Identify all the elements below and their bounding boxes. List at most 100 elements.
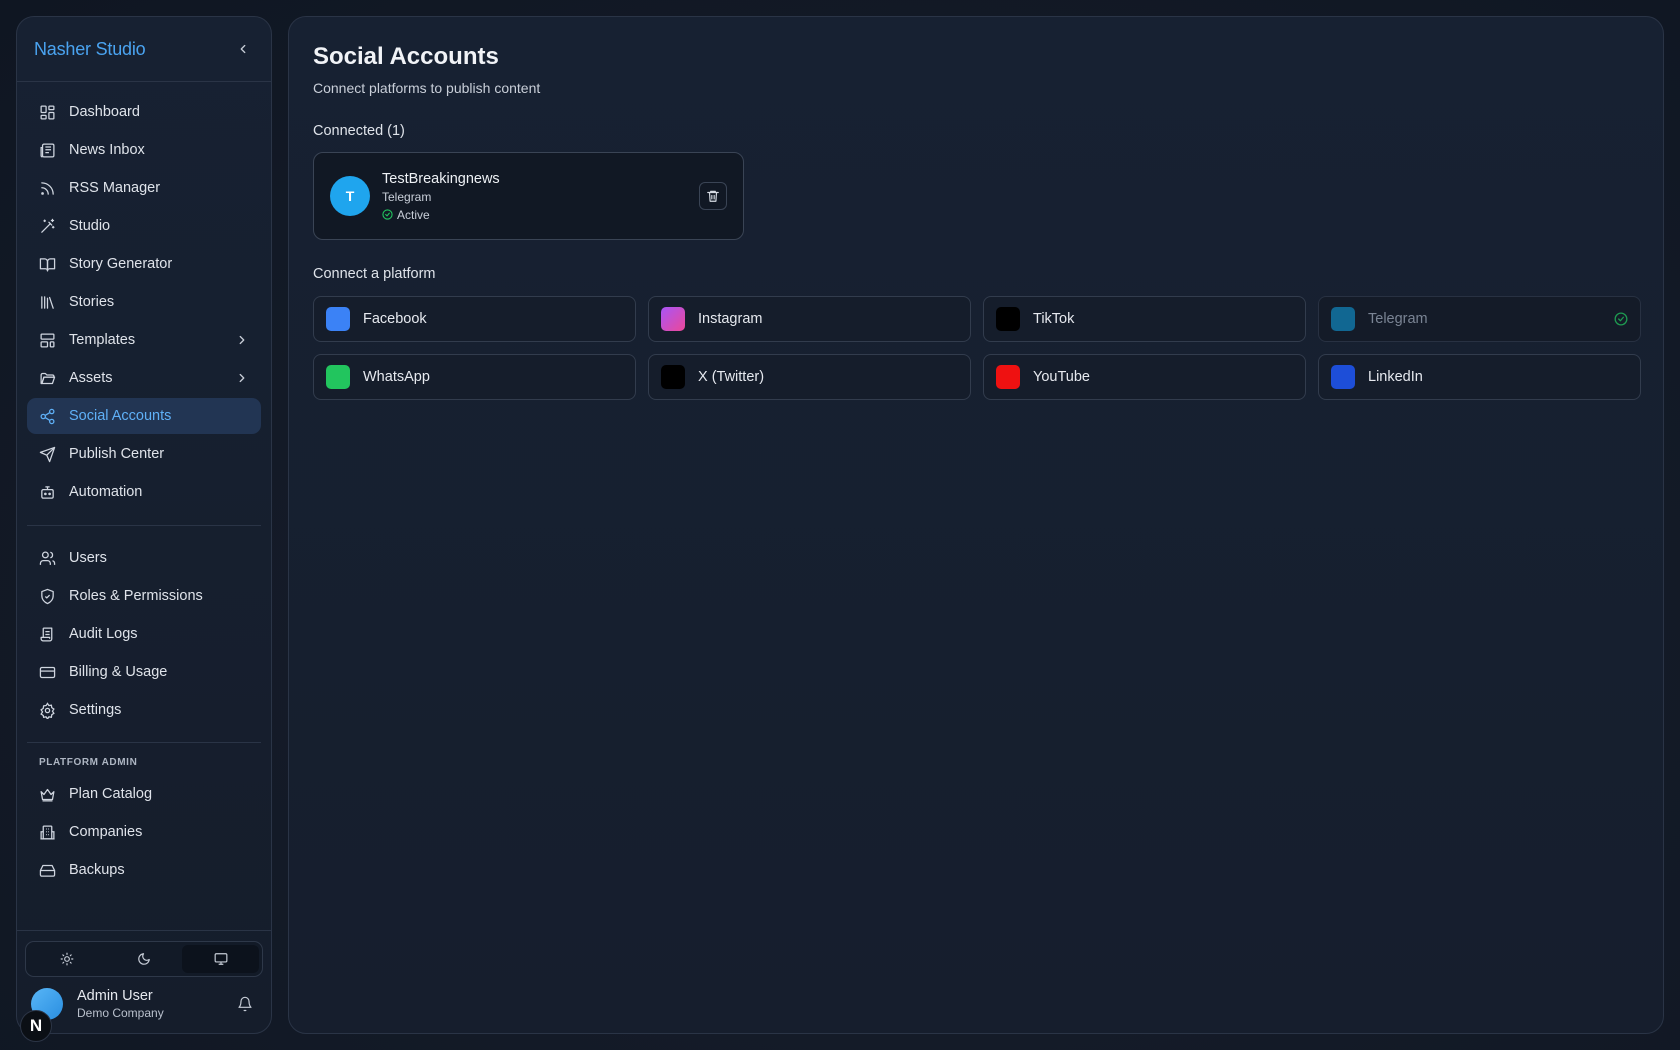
sun-icon [60, 952, 74, 966]
sidebar-item-label: Billing & Usage [69, 664, 168, 680]
scroll-icon [39, 626, 56, 643]
instagram-icon [661, 307, 685, 331]
chevron-left-icon [240, 44, 246, 54]
platform-instagram-button[interactable]: Instagram [648, 296, 971, 342]
platform-admin-heading: PLATFORM ADMIN [39, 757, 138, 768]
notifications-button[interactable] [237, 996, 257, 1012]
brand-logo[interactable]: Nasher Studio [34, 39, 146, 60]
sidebar-item-plan-catalog[interactable]: Plan Catalog [27, 776, 261, 812]
platform-label: Telegram [1368, 311, 1428, 327]
connect-platform-heading: Connect a platform [313, 266, 436, 282]
book-icon [39, 256, 56, 273]
send-icon [39, 446, 56, 463]
sidebar-item-label: Roles & Permissions [69, 588, 203, 604]
sidebar-item-backups[interactable]: Backups [27, 852, 261, 888]
sidebar-item-publish-center[interactable]: Publish Center [27, 436, 261, 472]
light-theme-button[interactable] [29, 945, 106, 973]
folder-icon [39, 370, 56, 387]
check-circle-icon [1614, 312, 1628, 326]
sidebar-item-templates[interactable]: Templates [27, 322, 261, 358]
share-icon [39, 408, 56, 425]
sidebar-item-stories[interactable]: Stories [27, 284, 261, 320]
system-theme-button[interactable] [182, 945, 260, 973]
sidebar-item-label: RSS Manager [69, 180, 161, 196]
sidebar-item-audit-logs[interactable]: Audit Logs [27, 616, 261, 652]
rss-icon [39, 180, 56, 197]
sidebar-item-label: Plan Catalog [69, 786, 153, 802]
page-title: Social Accounts [313, 43, 499, 70]
sidebar-item-studio[interactable]: Studio [27, 208, 261, 244]
x-twitter-icon [661, 365, 685, 389]
status-label: Active [397, 207, 430, 222]
sidebar-item-rss-manager[interactable]: RSS Manager [27, 170, 261, 206]
sidebar-admin-nav: Users Roles & Permissions Audit Logs Bil… [17, 540, 271, 730]
platform-label: YouTube [1033, 369, 1090, 385]
sidebar-item-news-inbox[interactable]: News Inbox [27, 132, 261, 168]
sidebar-item-automation[interactable]: Automation [27, 474, 261, 510]
sidebar-item-label: Backups [69, 862, 125, 878]
linkedin-icon [1331, 365, 1355, 389]
user-profile[interactable]: Admin User Demo Company [25, 977, 263, 1025]
moon-icon [138, 953, 150, 965]
sidebar-item-label: Assets [69, 370, 113, 386]
check-circle-icon [382, 209, 393, 220]
sidebar-item-story-generator[interactable]: Story Generator [27, 246, 261, 282]
sidebar-item-billing-usage[interactable]: Billing & Usage [27, 654, 261, 690]
delete-account-button[interactable] [699, 182, 727, 210]
app-badge[interactable]: N [20, 1010, 52, 1042]
newspaper-icon [39, 142, 56, 159]
platform-telegram-button: Telegram [1318, 296, 1641, 342]
sidebar-platform-nav: Plan Catalog Companies Backups [17, 776, 271, 890]
sidebar-item-settings[interactable]: Settings [27, 692, 261, 728]
library-icon [39, 294, 56, 311]
sidebar-item-dashboard[interactable]: Dashboard [27, 94, 261, 130]
collapse-sidebar-button[interactable] [233, 39, 253, 59]
divider [27, 742, 261, 743]
telegram-icon [1331, 307, 1355, 331]
platform-label: WhatsApp [363, 369, 430, 385]
sidebar-item-social-accounts[interactable]: Social Accounts [27, 398, 261, 434]
chevron-right-icon [235, 333, 249, 347]
platform-linkedin-button[interactable]: LinkedIn [1318, 354, 1641, 400]
sidebar-item-label: Social Accounts [69, 408, 172, 424]
account-info: TestBreakingnews Telegram Active [382, 171, 500, 222]
platform-label: TikTok [1033, 311, 1075, 327]
youtube-icon [996, 365, 1020, 389]
user-name: Admin User [77, 988, 153, 1004]
sidebar-item-assets[interactable]: Assets [27, 360, 261, 396]
platform-youtube-button[interactable]: YouTube [983, 354, 1306, 400]
platform-x-twitter-button[interactable]: X (Twitter) [648, 354, 971, 400]
magic-wand-icon [39, 218, 56, 235]
bell-icon [238, 996, 252, 1012]
sidebar-item-label: Settings [69, 702, 122, 718]
whatsapp-icon [326, 365, 350, 389]
sidebar-item-label: Stories [69, 294, 115, 310]
tiktok-icon [996, 307, 1020, 331]
platform-label: Instagram [698, 311, 763, 327]
account-name: TestBreakingnews [382, 170, 500, 187]
sidebar-item-roles-permissions[interactable]: Roles & Permissions [27, 578, 261, 614]
dashboard-icon [39, 104, 56, 121]
sidebar-item-label: Users [69, 550, 107, 566]
crown-icon [39, 786, 56, 803]
sidebar-item-label: Automation [69, 484, 143, 500]
monitor-icon [214, 953, 228, 965]
platform-whatsapp-button[interactable]: WhatsApp [313, 354, 636, 400]
bot-icon [39, 484, 56, 501]
sidebar-item-companies[interactable]: Companies [27, 814, 261, 850]
sidebar-item-users[interactable]: Users [27, 540, 261, 576]
sidebar-item-label: Templates [69, 332, 136, 348]
dark-theme-button[interactable] [106, 945, 183, 973]
facebook-icon [326, 307, 350, 331]
sidebar-item-label: Companies [69, 824, 143, 840]
sidebar-item-label: Studio [69, 218, 111, 234]
platform-facebook-button[interactable]: Facebook [313, 296, 636, 342]
platform-tiktok-button[interactable]: TikTok [983, 296, 1306, 342]
sidebar-item-label: Audit Logs [69, 626, 138, 642]
user-meta: Admin User Demo Company [77, 988, 164, 1020]
account-avatar: T [330, 176, 370, 216]
gear-icon [39, 701, 56, 719]
sidebar-footer: Admin User Demo Company [17, 930, 271, 1033]
platform-label: LinkedIn [1368, 369, 1423, 385]
sidebar-item-label: Story Generator [69, 256, 173, 272]
